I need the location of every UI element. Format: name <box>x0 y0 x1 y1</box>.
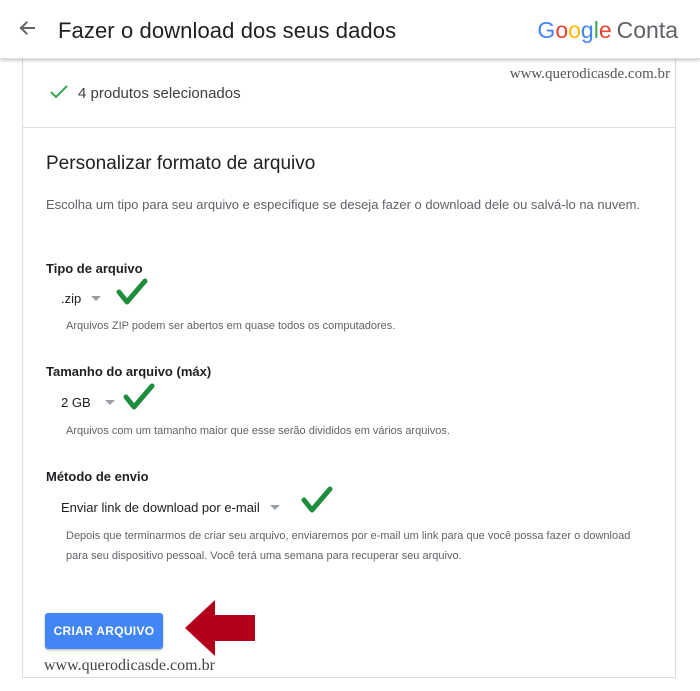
delivery-method-select[interactable]: Enviar link de download por e-mail <box>61 500 280 515</box>
file-size-help: Arquivos com um tamanho maior que esse s… <box>66 425 450 437</box>
delivery-method-help: Depois que terminarmos de criar seu arqu… <box>66 530 631 562</box>
watermark-top: www.querodicasde.com.br <box>509 66 670 82</box>
arrow-left-icon <box>17 18 37 43</box>
checkmark-icon <box>49 84 69 105</box>
create-archive-button[interactable]: CRIAR ARQUIVO <box>45 613 163 649</box>
green-check-annotation-icon <box>116 278 148 311</box>
chevron-down-icon <box>269 505 280 510</box>
file-size-select[interactable]: 2 GB <box>61 395 115 410</box>
file-type-help: Arquivos ZIP podem ser abertos em quase … <box>66 320 396 332</box>
page-title: Fazer o download dos seus dados <box>58 18 397 43</box>
section-description: Escolha um tipo para seu arquivo e espec… <box>46 197 641 212</box>
top-bar: Fazer o download dos seus dados Google Co… <box>0 0 700 59</box>
selected-products-text: 4 produtos selecionados <box>78 85 241 102</box>
file-size-value: 2 GB <box>61 395 91 410</box>
chevron-down-icon <box>91 296 102 301</box>
delivery-method-label: Método de envio <box>46 469 149 484</box>
red-arrow-annotation-icon <box>183 598 257 663</box>
section-title: Personalizar formato de arquivo <box>46 153 316 174</box>
file-size-label: Tamanho do arquivo (máx) <box>46 364 212 379</box>
file-type-value: .zip <box>61 291 82 306</box>
delivery-method-value: Enviar link de download por e-mail <box>61 500 260 515</box>
file-type-label: Tipo de arquivo <box>46 261 143 276</box>
green-check-annotation-icon <box>301 486 333 519</box>
export-settings-card: 4 produtos selecionados Personalizar for… <box>22 58 676 678</box>
google-account-logo: Google Conta <box>537 17 678 43</box>
file-type-select[interactable]: .zip <box>61 291 102 306</box>
green-check-annotation-icon <box>123 383 155 416</box>
back-button[interactable] <box>14 17 40 43</box>
chevron-down-icon <box>104 400 115 405</box>
